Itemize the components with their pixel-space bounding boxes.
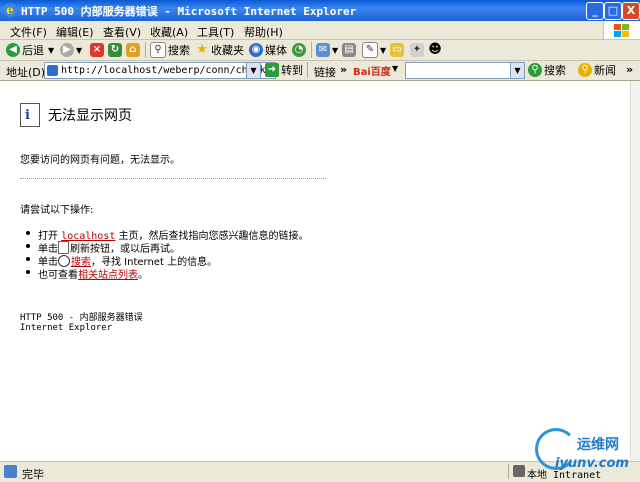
watermark: 运维网 iyunv.com bbox=[525, 428, 635, 478]
title-bar: e HTTP 500 内部服务器错误 - Microsoft Internet … bbox=[0, 0, 640, 21]
history-icon: ◔ bbox=[292, 43, 306, 57]
go-arrow-icon: ➜ bbox=[265, 63, 279, 77]
toolbar-more-icon[interactable]: » bbox=[626, 63, 633, 76]
address-bar: 地址(D) http://localhost/weberp/conn/check… bbox=[0, 61, 640, 81]
forward-button[interactable]: ▶ ▼ bbox=[60, 42, 82, 58]
menu-favorites[interactable]: 收藏(A) bbox=[150, 24, 188, 40]
back-dropdown-icon[interactable]: ▼ bbox=[48, 46, 54, 55]
window-title: HTTP 500 内部服务器错误 - Microsoft Internet Ex… bbox=[21, 5, 357, 18]
status-text: 完毕 bbox=[22, 468, 44, 481]
media-label: 媒体 bbox=[265, 44, 287, 57]
favorites-label: 收藏夹 bbox=[211, 44, 244, 57]
back-label: 后退 bbox=[22, 44, 44, 57]
list-item: 也可查看相关站点列表。 bbox=[26, 266, 309, 281]
search-label: 搜索 bbox=[168, 44, 190, 57]
print-button[interactable]: ▤ bbox=[342, 42, 358, 58]
qq-penguin-icon: ☻ bbox=[428, 42, 442, 57]
stop-icon: × bbox=[90, 43, 104, 57]
address-label: 地址(D) bbox=[6, 66, 46, 79]
forward-arrow-icon: ▶ bbox=[60, 43, 74, 57]
back-button[interactable]: ◀ 后退 ▼ bbox=[6, 42, 54, 58]
watermark-cn: 运维网 bbox=[577, 437, 619, 453]
menu-file[interactable]: 文件(F) bbox=[10, 24, 47, 40]
try-heading: 请尝试以下操作: bbox=[20, 205, 94, 216]
refresh-button[interactable]: ↻ bbox=[108, 42, 124, 58]
links-label[interactable]: 链接 bbox=[314, 64, 336, 80]
address-url: http://localhost/weberp/conn/checkdata bbox=[61, 65, 276, 76]
address-input[interactable]: http://localhost/weberp/conn/checkdata bbox=[44, 62, 276, 79]
menu-view[interactable]: 查看(V) bbox=[103, 24, 141, 40]
mail-dropdown-icon[interactable]: ▼ bbox=[332, 46, 338, 55]
maximize-button[interactable]: □ bbox=[604, 2, 622, 20]
edit-button[interactable]: ✎ ▼ bbox=[362, 42, 386, 58]
error-message: 您要访问的网页有问题，无法显示。 bbox=[20, 155, 180, 166]
watermark-url: iyunv.com bbox=[555, 456, 629, 471]
forward-dropdown-icon[interactable]: ▼ bbox=[76, 46, 82, 55]
page-content: i 无法显示网页 您要访问的网页有问题，无法显示。 请尝试以下操作: 打开 lo… bbox=[0, 81, 630, 461]
menu-bar: 文件(F) 编辑(E) 查看(V) 收藏(A) 工具(T) 帮助(H) bbox=[0, 21, 640, 40]
suggestion-list: 打开 localhost 主页，然后查找指向您感兴趣信息的链接。 单击 刷新按钮，… bbox=[26, 227, 309, 281]
list-item: 单击 刷新按钮，或以后再试。 bbox=[26, 240, 309, 255]
star-icon: ★ bbox=[196, 42, 208, 57]
news-label: 新闻 bbox=[594, 64, 616, 77]
minimize-button[interactable]: _ bbox=[586, 2, 604, 20]
home-button[interactable]: ⌂ bbox=[126, 42, 142, 58]
links-more-icon[interactable]: » bbox=[340, 63, 347, 76]
mail-button[interactable]: ✉ ▼ bbox=[316, 42, 338, 58]
messenger-button[interactable]: ✦ bbox=[410, 42, 426, 58]
info-page-icon: i bbox=[20, 103, 40, 127]
error-code: HTTP 500 - 内部服务器错误 bbox=[20, 313, 143, 323]
vertical-scrollbar[interactable] bbox=[630, 81, 640, 461]
home-icon: ⌂ bbox=[126, 43, 140, 57]
page-icon bbox=[47, 65, 58, 76]
baidu-dropdown-icon[interactable]: ▼ bbox=[392, 64, 398, 73]
baidu-search-dropdown[interactable]: ▼ bbox=[510, 62, 525, 79]
baidu-search-input[interactable] bbox=[405, 62, 512, 79]
app-name: Internet Explorer bbox=[20, 323, 113, 333]
baidu-search-label: 搜索 bbox=[544, 64, 566, 77]
menu-edit[interactable]: 编辑(E) bbox=[56, 24, 94, 40]
go-label: 转到 bbox=[281, 64, 303, 77]
mail-icon: ✉ bbox=[316, 43, 330, 57]
ie-logo-icon: e bbox=[3, 3, 17, 17]
address-dropdown-button[interactable]: ▼ bbox=[246, 62, 261, 79]
windows-flag-icon bbox=[603, 21, 640, 39]
news-button[interactable]: ⚲ 新闻 bbox=[578, 62, 616, 78]
favorites-button[interactable]: ★ 收藏夹 bbox=[195, 42, 244, 58]
refresh-icon: ↻ bbox=[108, 43, 122, 57]
stop-button[interactable]: × bbox=[90, 42, 106, 58]
folder-icon: ▭ bbox=[390, 43, 404, 57]
list-item: 单击 搜索，寻找 Internet 上的信息。 bbox=[26, 253, 309, 268]
page-title: 无法显示网页 bbox=[48, 108, 132, 124]
divider bbox=[20, 178, 326, 179]
qq-button[interactable]: ☻ bbox=[428, 42, 444, 58]
baidu-search-button[interactable]: ⚲ 搜索 bbox=[528, 62, 566, 78]
menu-help[interactable]: 帮助(H) bbox=[244, 24, 283, 40]
media-icon: ◉ bbox=[249, 43, 263, 57]
search-icon: ⚲ bbox=[150, 42, 166, 58]
news-icon: ⚲ bbox=[578, 63, 592, 77]
edit-icon: ✎ bbox=[362, 42, 378, 58]
menu-tools[interactable]: 工具(T) bbox=[197, 24, 234, 40]
related-sites-link[interactable]: 相关站点列表 bbox=[78, 270, 138, 281]
baidu-logo: Bai百度 bbox=[353, 67, 391, 78]
go-button[interactable]: ➜ 转到 bbox=[265, 62, 303, 78]
messenger-icon: ✦ bbox=[410, 43, 424, 57]
standard-toolbar: ◀ 后退 ▼ ▶ ▼ × ↻ ⌂ ⚲ 搜索 ★ 收藏夹 ◉ 媒体 ◔ ✉ ▼ ▤… bbox=[0, 40, 640, 61]
print-icon: ▤ bbox=[342, 43, 356, 57]
discuss-button[interactable]: ▭ bbox=[390, 42, 406, 58]
list-item: 打开 localhost 主页，然后查找指向您感兴趣信息的链接。 bbox=[26, 227, 309, 242]
close-button[interactable]: X bbox=[622, 2, 640, 20]
history-button[interactable]: ◔ bbox=[292, 42, 308, 58]
edit-dropdown-icon[interactable]: ▼ bbox=[380, 46, 386, 55]
page-done-icon bbox=[4, 465, 17, 478]
back-arrow-icon: ◀ bbox=[6, 43, 20, 57]
search-icon: ⚲ bbox=[528, 63, 542, 77]
media-button[interactable]: ◉ 媒体 bbox=[249, 42, 287, 58]
search-button[interactable]: ⚲ 搜索 bbox=[150, 42, 190, 58]
intranet-icon bbox=[513, 465, 525, 477]
